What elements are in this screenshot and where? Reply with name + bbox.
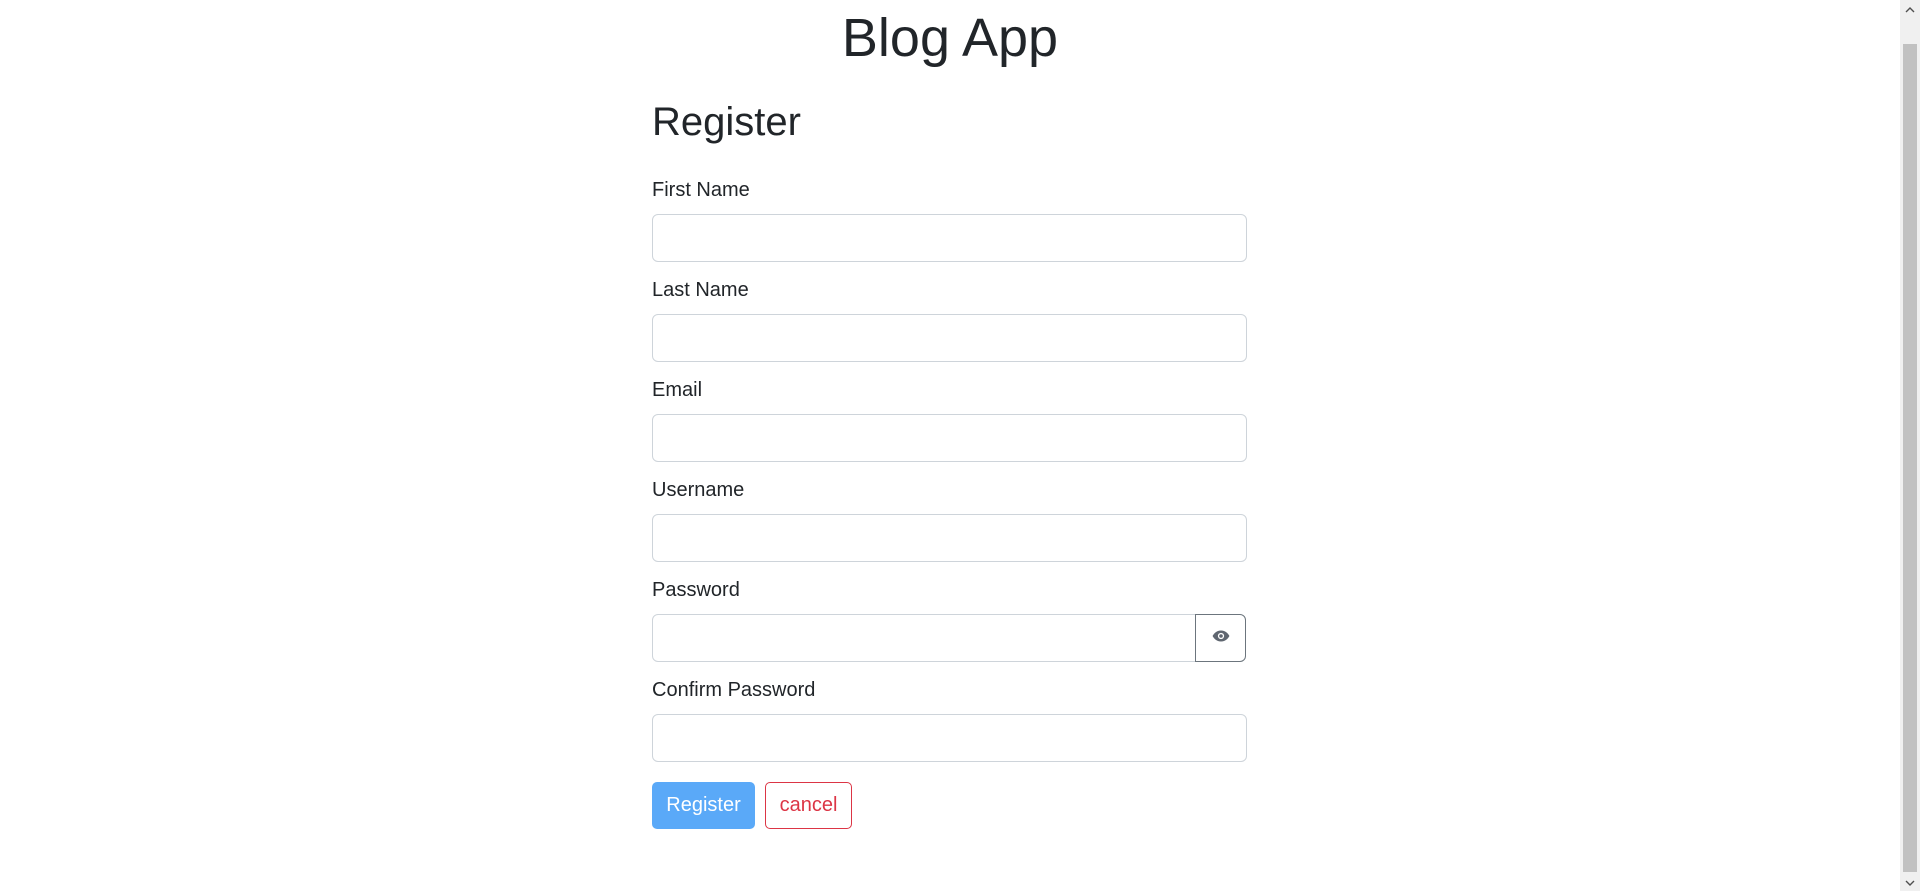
password-input-group — [652, 614, 1247, 662]
toggle-password-visibility-button[interactable] — [1195, 614, 1246, 662]
form-heading: Register — [652, 100, 801, 144]
username-group: Username — [652, 478, 1247, 562]
scrollbar-thumb[interactable] — [1903, 44, 1917, 872]
chevron-down-icon — [1905, 873, 1915, 891]
scroll-up-button[interactable] — [1900, 0, 1920, 18]
email-label: Email — [652, 379, 703, 401]
username-label: Username — [652, 479, 745, 501]
password-group: Password — [652, 578, 1247, 662]
chevron-up-icon — [1905, 0, 1915, 18]
first-name-group: First Name — [652, 178, 1247, 262]
last-name-group: Last Name — [652, 278, 1247, 362]
first-name-input[interactable] — [652, 214, 1247, 262]
eye-icon — [1212, 629, 1230, 647]
scroll-down-button[interactable] — [1900, 873, 1920, 891]
register-button[interactable]: Register — [652, 782, 755, 829]
first-name-label: First Name — [652, 179, 750, 201]
vertical-scrollbar[interactable] — [1900, 0, 1920, 891]
username-input[interactable] — [652, 514, 1247, 562]
confirm-password-group: Confirm Password — [652, 678, 1247, 762]
app-title: Blog App — [841, 8, 1059, 68]
register-form: Register First Name Last Name Email User… — [652, 96, 1247, 829]
email-group: Email — [652, 378, 1247, 462]
confirm-password-input[interactable] — [652, 714, 1247, 762]
last-name-input[interactable] — [652, 314, 1247, 362]
last-name-label: Last Name — [652, 279, 749, 301]
cancel-button[interactable]: cancel — [765, 782, 852, 829]
email-input[interactable] — [652, 414, 1247, 462]
password-label: Password — [652, 579, 740, 601]
confirm-password-label: Confirm Password — [652, 679, 816, 701]
password-input[interactable] — [652, 614, 1196, 662]
page: Blog App Register First Name Last Name E… — [0, 0, 1900, 891]
form-actions: Register cancel — [652, 782, 1247, 829]
